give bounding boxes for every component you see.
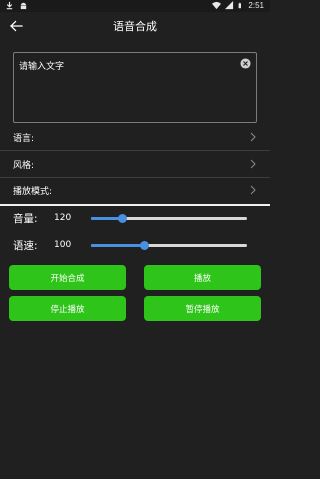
speed-row: 语速: 100 [0,235,270,255]
pause-play-button[interactable]: 暂停播放 [144,296,261,321]
status-time: 2:51 [248,1,264,10]
signal-icon [225,1,234,10]
android-icon [20,2,27,10]
status-left [5,1,28,10]
speed-slider[interactable] [91,241,247,250]
clear-icon[interactable] [240,58,251,69]
option-row-style[interactable]: 风格: [0,151,270,178]
volume-slider-thumb[interactable] [118,214,128,223]
speed-slider-thumb[interactable] [140,241,150,250]
stop-play-button[interactable]: 停止播放 [9,296,126,321]
chevron-right-icon [250,185,256,195]
volume-label: 音量: [13,213,38,225]
option-row-language[interactable]: 语言: [0,124,270,151]
status-bar: 2:51 [0,0,270,12]
text-input-placeholder: 请输入文字 [19,62,65,72]
start-synthesis-button[interactable]: 开始合成 [9,265,126,290]
speed-slider-fill [91,244,145,247]
option-label-style: 风格: [13,161,35,171]
battery-icon [239,2,242,9]
page-title: 语音合成 [113,20,157,33]
download-icon [6,1,13,10]
wifi-icon [212,1,222,10]
app-bar: 语音合成 [0,12,270,40]
option-label-play-mode: 播放模式: [13,187,53,197]
text-input-field[interactable]: 请输入文字 [13,52,257,123]
section-divider [0,204,270,206]
volume-value: 120 [54,213,72,223]
play-button[interactable]: 播放 [144,265,261,290]
status-right: 2:51 [212,1,264,10]
chevron-right-icon [250,132,256,142]
volume-slider[interactable] [91,214,247,223]
option-row-play-mode[interactable]: 播放模式: [0,177,270,204]
volume-row: 音量: 120 [0,208,270,228]
option-label-language: 语言: [13,134,35,144]
speed-value: 100 [54,240,72,250]
speed-label: 语速: [13,240,38,252]
chevron-right-icon [250,159,256,169]
